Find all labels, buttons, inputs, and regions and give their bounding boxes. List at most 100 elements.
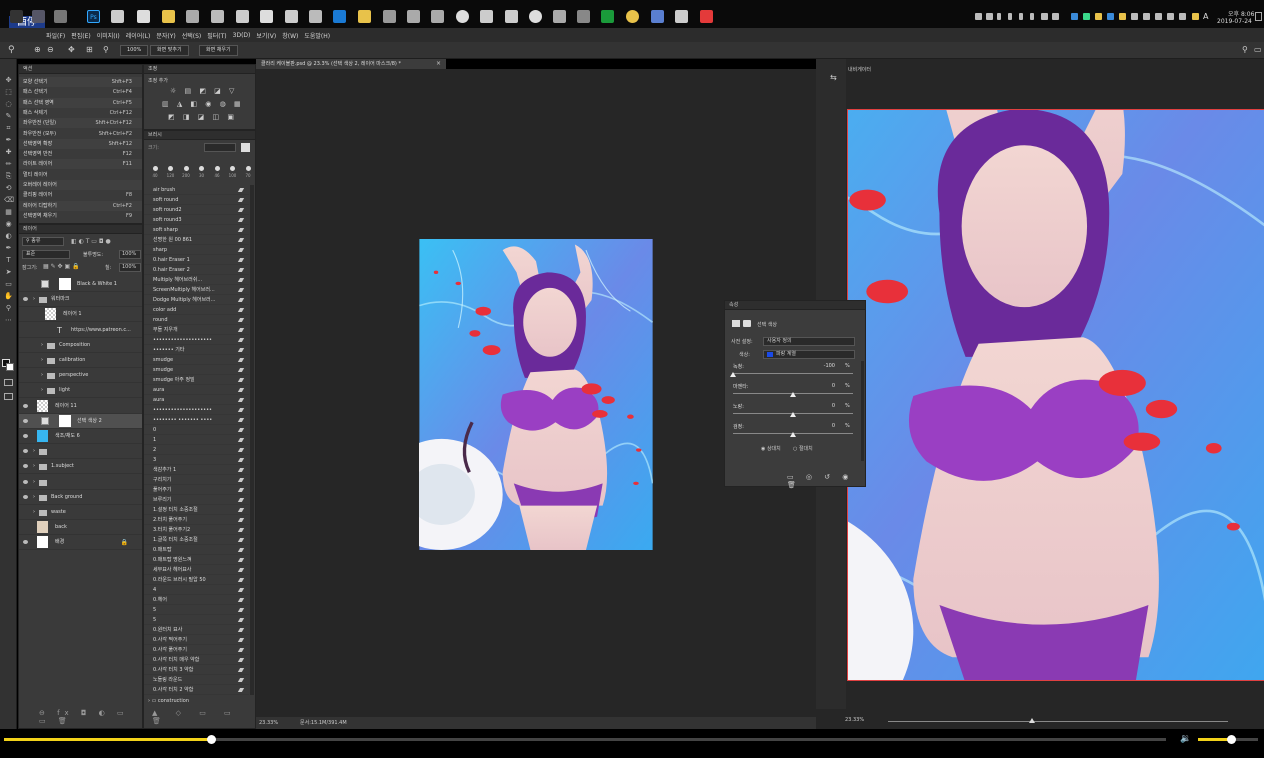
- brush-preset-thumb[interactable]: 70: [241, 165, 255, 183]
- brush-item[interactable]: 0.사각 찍어주기: [144, 635, 249, 645]
- shape-tool-icon[interactable]: ▭: [4, 280, 13, 289]
- navigator-preview[interactable]: [847, 109, 1264, 681]
- brush-item[interactable]: 0.매트탑: [144, 545, 249, 555]
- brush-item[interactable]: 3.터치 풀어주기2: [144, 525, 249, 535]
- app-icon-18[interactable]: [651, 10, 664, 23]
- input-language[interactable]: A: [1203, 12, 1208, 21]
- calculator-icon[interactable]: [383, 10, 396, 23]
- app-icon-3[interactable]: [54, 10, 67, 23]
- brush-item[interactable]: smudge: [144, 355, 249, 365]
- zoom-in-icon[interactable]: ⊕: [34, 45, 41, 54]
- type-tool-icon[interactable]: T: [4, 256, 13, 265]
- menu-item[interactable]: 레이어(L): [126, 31, 151, 40]
- expand-arrow-icon[interactable]: ›: [41, 338, 43, 352]
- layer-row[interactable]: › Back ground: [19, 490, 142, 505]
- navigator-zoom-slider[interactable]: [888, 721, 1228, 722]
- brush-item[interactable]: color add: [144, 305, 249, 315]
- filter-icons[interactable]: ◧ ◐ T ▭ ◘ ●: [71, 238, 111, 245]
- menu-item[interactable]: 선택(S): [182, 31, 202, 40]
- slider-track[interactable]: [733, 373, 853, 374]
- eraser-tool-icon[interactable]: ⌫: [4, 196, 14, 205]
- visibility-eye-icon[interactable]: [23, 464, 28, 469]
- menu-item[interactable]: 보기(V): [256, 31, 276, 40]
- app-icon-10[interactable]: [309, 10, 322, 23]
- layer-row[interactable]: › 1.subject: [19, 459, 142, 475]
- brush-item[interactable]: 0.사각 터치 3 약함: [144, 665, 249, 675]
- tray-icon-7[interactable]: [1041, 13, 1048, 20]
- more-tool-icon[interactable]: ⋯: [4, 316, 13, 325]
- slider-thumb[interactable]: [790, 412, 796, 417]
- brush-item[interactable]: •••••••• ••••••• ••••: [144, 415, 249, 425]
- app-icon-2[interactable]: [32, 10, 45, 23]
- menu-item[interactable]: 파일(F): [46, 31, 65, 40]
- brush-item[interactable]: ••••••••••••••••••••: [144, 405, 249, 415]
- brush-item[interactable]: 선명한 원 00 861: [144, 235, 249, 245]
- brush-preset-thumb[interactable]: 100: [226, 165, 240, 183]
- tray-icon-18[interactable]: [1179, 13, 1186, 20]
- properties-footer-icons[interactable]: ▭ ◎ ↺ ◉ 🗑: [787, 473, 865, 489]
- expand-arrow-icon[interactable]: ›: [41, 383, 43, 397]
- action-item[interactable]: 모양 선택기 Shft+F3: [19, 77, 142, 87]
- tray-icon-19[interactable]: [1192, 13, 1199, 20]
- artwork-canvas[interactable]: [419, 239, 653, 550]
- brush-item[interactable]: aura: [144, 395, 249, 405]
- edge-icon[interactable]: [333, 10, 346, 23]
- fit-screen-button[interactable]: 화면 맞추기: [150, 45, 189, 56]
- people-icon[interactable]: [431, 10, 444, 23]
- slider-thumb[interactable]: [730, 372, 736, 377]
- brush-item[interactable]: ••••••• 기타: [144, 345, 249, 355]
- brush-item[interactable]: ScreenMultiply 헤어브러...: [144, 285, 249, 295]
- action-item[interactable]: 클리핑 레이어 F8: [19, 190, 142, 201]
- layer-row[interactable]: 🔒 배경: [19, 535, 142, 551]
- quick-select-tool-icon[interactable]: ✎: [4, 112, 13, 121]
- properties-scrollbar[interactable]: [861, 361, 864, 461]
- action-item[interactable]: 선택영역 확장 Shft+F12: [19, 138, 142, 149]
- tray-icon-15[interactable]: [1143, 13, 1150, 20]
- background-color[interactable]: [6, 363, 14, 371]
- volume-icon[interactable]: 🔉: [1180, 734, 1191, 744]
- brush-item[interactable]: 색감추가 1: [144, 465, 249, 475]
- notification-icon[interactable]: [1255, 12, 1262, 21]
- adjustment-icons-row-2[interactable]: ▥ ◮ ◧ ◉ ◍ ▦: [162, 100, 244, 108]
- brush-item[interactable]: 0.hair Eraser 2: [144, 265, 249, 275]
- screen-mode-icon[interactable]: [4, 393, 13, 400]
- method-relative-radio[interactable]: ◉ 상대치: [761, 445, 781, 452]
- brush-item[interactable]: 0.헤어: [144, 595, 249, 605]
- tray-icon-8[interactable]: [1052, 13, 1059, 20]
- gamepad-icon[interactable]: [675, 10, 688, 23]
- app-icon-7[interactable]: [236, 10, 249, 23]
- brush-item[interactable]: soft round3: [144, 215, 249, 225]
- brush-item[interactable]: 브루리기: [144, 495, 249, 505]
- zoom-tool-icon[interactable]: ⚲: [4, 304, 13, 313]
- dodge-tool-icon[interactable]: ◐: [4, 232, 13, 241]
- brush-item[interactable]: 3: [144, 455, 249, 465]
- brush-item[interactable]: 1.설정 터치 소중조절: [144, 505, 249, 515]
- tray-icon-16[interactable]: [1155, 13, 1162, 20]
- adjustment-icons-row-1[interactable]: ☼ ▤ ◩ ◪ ▽: [170, 87, 237, 95]
- brush-item[interactable]: sharp: [144, 245, 249, 255]
- expand-arrow-icon[interactable]: ›: [33, 292, 35, 306]
- brush-item[interactable]: 노들링 라운드: [144, 675, 249, 685]
- brush-item[interactable]: soft round: [144, 195, 249, 205]
- action-item[interactable]: 좌우반전 (모두) Shft+Ctrl+F2: [19, 128, 142, 139]
- quick-mask-icon[interactable]: [4, 379, 13, 386]
- expand-arrow-icon[interactable]: ›: [33, 505, 35, 519]
- search-icon[interactable]: ⚲: [1242, 45, 1248, 54]
- slider-value[interactable]: 0: [813, 403, 835, 409]
- tray-icon-9[interactable]: [1071, 13, 1078, 20]
- app-icon-12[interactable]: [480, 10, 493, 23]
- expand-arrow-icon[interactable]: ›: [41, 368, 43, 382]
- visibility-eye-icon[interactable]: [23, 403, 28, 408]
- layer-row[interactable]: › calibration: [19, 353, 142, 368]
- preset-select[interactable]: 사용자 정의: [763, 337, 855, 346]
- brush-preset-thumb[interactable]: 120: [164, 165, 178, 183]
- brush-item[interactable]: 1.글쪽 터치 소중조절: [144, 535, 249, 545]
- visibility-eye-icon[interactable]: [23, 479, 28, 484]
- brush-tool-icon[interactable]: ✏: [4, 160, 13, 169]
- brush-size-field[interactable]: [204, 143, 236, 152]
- layer-row[interactable]: 레이어 1: [19, 307, 142, 323]
- app-icon-14[interactable]: [529, 10, 542, 23]
- menu-item[interactable]: 문자(Y): [156, 31, 175, 40]
- slider-value[interactable]: -100: [813, 363, 835, 369]
- layers-footer-icons[interactable]: ⊖ fx ◘ ◐ ▭ ▭ 🗑: [39, 709, 142, 725]
